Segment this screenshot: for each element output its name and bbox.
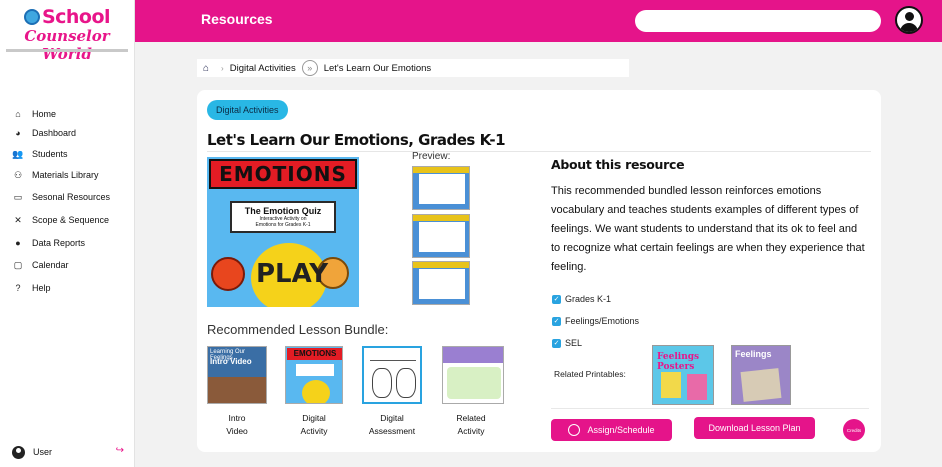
user-menu[interactable]: User ↪ bbox=[12, 444, 128, 460]
sidebar-item-students[interactable]: 👥 Students bbox=[12, 146, 132, 162]
seasonal-icon: ▭ bbox=[13, 191, 23, 202]
sidebar: School Counselor World ⌂ Home ◕ Dashboar… bbox=[0, 0, 135, 467]
bundle-caption-digital-activity[interactable]: Digital Activity bbox=[279, 412, 349, 438]
resource-cover-image: EMOTIONS The Emotion Quiz Interactive Ac… bbox=[207, 157, 359, 307]
category-tag[interactable]: Digital Activities bbox=[207, 100, 288, 120]
breadcrumb-digital-activities[interactable]: Digital Activities bbox=[230, 63, 296, 74]
breadcrumb-current: Let's Learn Our Emotions bbox=[323, 62, 432, 74]
bundle-digital-assessment-thumbnail[interactable] bbox=[362, 346, 422, 404]
sidebar-item-calendar[interactable]: ▢ Calendar bbox=[12, 257, 132, 273]
divider bbox=[207, 151, 871, 152]
chevron-right-icon: › bbox=[221, 63, 224, 73]
bundle-caption-intro-video[interactable]: Intro Video bbox=[202, 412, 272, 438]
sidebar-item-materials-library[interactable]: ⚇ Materials Library bbox=[12, 167, 132, 183]
preview-thumbnail-3[interactable] bbox=[412, 261, 470, 305]
top-bar: Resources bbox=[135, 0, 942, 42]
user-avatar-icon bbox=[12, 445, 25, 459]
breadcrumb: ⌂ › Digital Activities » Let's Learn Our… bbox=[197, 59, 629, 77]
tag-grades: ✓ Grades K-1 bbox=[552, 294, 612, 304]
tag-feelings: ✓ Feelings/Emotions bbox=[552, 316, 640, 326]
help-icon: ? bbox=[15, 283, 21, 293]
angry-face-icon bbox=[211, 257, 245, 291]
resource-title: Let's Learn Our Emotions, Grades K-1 bbox=[207, 131, 506, 149]
data-reports-icon: ● bbox=[15, 238, 21, 248]
bundle-caption-related-activity[interactable]: Related Activity bbox=[436, 412, 506, 438]
bundle-related-activity-thumbnail[interactable] bbox=[442, 346, 504, 404]
home-icon: ⌂ bbox=[15, 109, 21, 119]
page-heading: Resources bbox=[201, 11, 273, 27]
search-input[interactable] bbox=[635, 10, 881, 32]
library-icon: ⚇ bbox=[13, 169, 23, 180]
divider bbox=[551, 408, 869, 409]
related-printable-feelings-posters[interactable]: Feelings Posters bbox=[652, 345, 714, 405]
sidebar-item-scope-sequence[interactable]: ✕ Scope & Sequence bbox=[12, 212, 132, 228]
globe-icon bbox=[23, 9, 40, 25]
about-heading: About this resource bbox=[551, 157, 685, 172]
checkbox-icon: ✓ bbox=[552, 294, 561, 304]
preview-label: Preview: bbox=[412, 151, 451, 162]
school-counselor-world-logo[interactable]: School Counselor World bbox=[6, 6, 128, 63]
sidebar-item-help[interactable]: ? Help bbox=[12, 280, 132, 296]
related-printables-label: Related Printables: bbox=[554, 369, 626, 379]
related-printable-feelings[interactable]: Feelings bbox=[731, 345, 791, 405]
students-icon: 👥 bbox=[12, 148, 24, 159]
resource-card: Digital Activities Let's Learn Our Emoti… bbox=[197, 90, 881, 452]
scope-icon: ✕ bbox=[14, 214, 22, 225]
sidebar-item-data-reports[interactable]: ● Data Reports bbox=[12, 235, 132, 251]
about-description: This recommended bundled lesson reinforc… bbox=[551, 185, 865, 273]
calendar-icon: ▢ bbox=[13, 259, 23, 270]
chevron-circle-icon: » bbox=[301, 60, 318, 76]
bundle-label: Recommended Lesson Bundle: bbox=[207, 322, 389, 337]
preview-thumbnail-1[interactable] bbox=[412, 166, 470, 210]
sidebar-item-dashboard[interactable]: ◕ Dashboard bbox=[12, 125, 132, 141]
profile-avatar-button[interactable] bbox=[895, 6, 923, 34]
download-lesson-plan-button[interactable]: Download Lesson Plan bbox=[694, 417, 815, 439]
pie-chart-icon: ◕ bbox=[15, 128, 21, 138]
credits-button[interactable]: Credits bbox=[843, 419, 865, 441]
sidebar-item-seasonal-resources[interactable]: ▭ Sesonal Resources bbox=[12, 189, 132, 205]
bundle-digital-activity-thumbnail[interactable]: EMOTIONS bbox=[285, 346, 343, 404]
preview-thumbnail-2[interactable] bbox=[412, 214, 470, 258]
checkbox-icon: ✓ bbox=[552, 316, 561, 326]
logout-icon[interactable]: ↪ bbox=[116, 445, 124, 456]
bundle-intro-video-thumbnail[interactable]: Learning Our Feelings Intro Video bbox=[207, 346, 267, 404]
bundle-caption-digital-assessment[interactable]: Digital Assessment bbox=[357, 412, 427, 438]
sidebar-item-home[interactable]: ⌂ Home bbox=[12, 106, 132, 122]
checkbox-icon: ✓ bbox=[552, 338, 561, 348]
user-icon bbox=[568, 424, 581, 436]
home-icon[interactable]: ⌂ bbox=[203, 63, 209, 74]
assign-schedule-button[interactable]: Assign/Schedule bbox=[551, 419, 672, 441]
logo-divider bbox=[6, 49, 128, 52]
